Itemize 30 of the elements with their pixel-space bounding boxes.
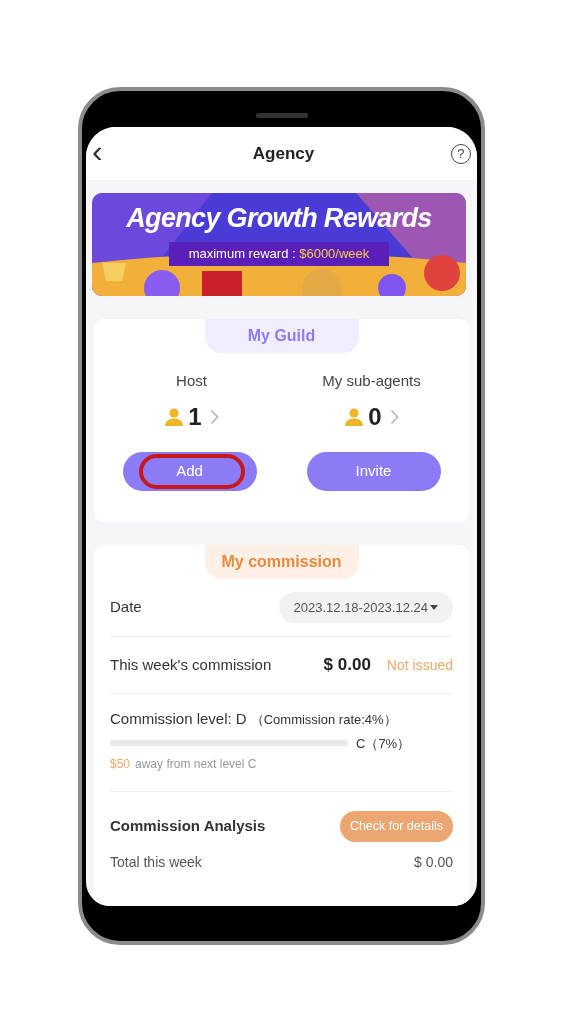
rate-text: （Commission rate:4%） bbox=[250, 711, 397, 729]
banner-title: Agency Growth Rewards bbox=[126, 205, 432, 232]
stat-label: My sub-agents bbox=[322, 371, 421, 391]
commission-amount: $ 0.00 bbox=[323, 654, 371, 677]
page-title: Agency bbox=[252, 142, 315, 165]
level-label: Commission level: D bbox=[110, 709, 247, 729]
caret-down-icon bbox=[430, 605, 438, 610]
banner-subtitle: maximum reward : $6000/week bbox=[168, 242, 390, 266]
person-icon bbox=[164, 407, 185, 426]
total-value: $ 0.00 bbox=[414, 853, 453, 872]
next-level-text: C（7%） bbox=[356, 734, 411, 753]
person-icon bbox=[344, 407, 365, 426]
stat-count[interactable]: 1 bbox=[188, 404, 202, 429]
promo-banner[interactable]: Agency Growth Rewards maximum reward : $6000/week bbox=[92, 193, 466, 296]
card-title: My commission bbox=[204, 545, 359, 579]
chevron-right-icon[interactable] bbox=[389, 408, 399, 425]
card-title: My Guild bbox=[204, 319, 359, 353]
status-text: Not issued bbox=[386, 655, 453, 675]
speaker-slot bbox=[256, 113, 308, 118]
date-label: Date bbox=[110, 597, 142, 618]
commission-label: This week's commission bbox=[110, 654, 272, 675]
stat-count[interactable]: 0 bbox=[368, 404, 382, 429]
back-button[interactable]: ‹ bbox=[92, 134, 116, 173]
away-amount: $50 bbox=[110, 756, 131, 773]
date-dropdown[interactable]: 2023.12.18-2023.12.24 bbox=[278, 592, 453, 623]
total-label: Total this week bbox=[110, 853, 202, 872]
stat-label: Host bbox=[176, 371, 207, 391]
chevron-right-icon[interactable] bbox=[209, 408, 219, 425]
away-text: away from next level C bbox=[135, 756, 257, 773]
analysis-title: Commission Analysis bbox=[110, 816, 266, 837]
